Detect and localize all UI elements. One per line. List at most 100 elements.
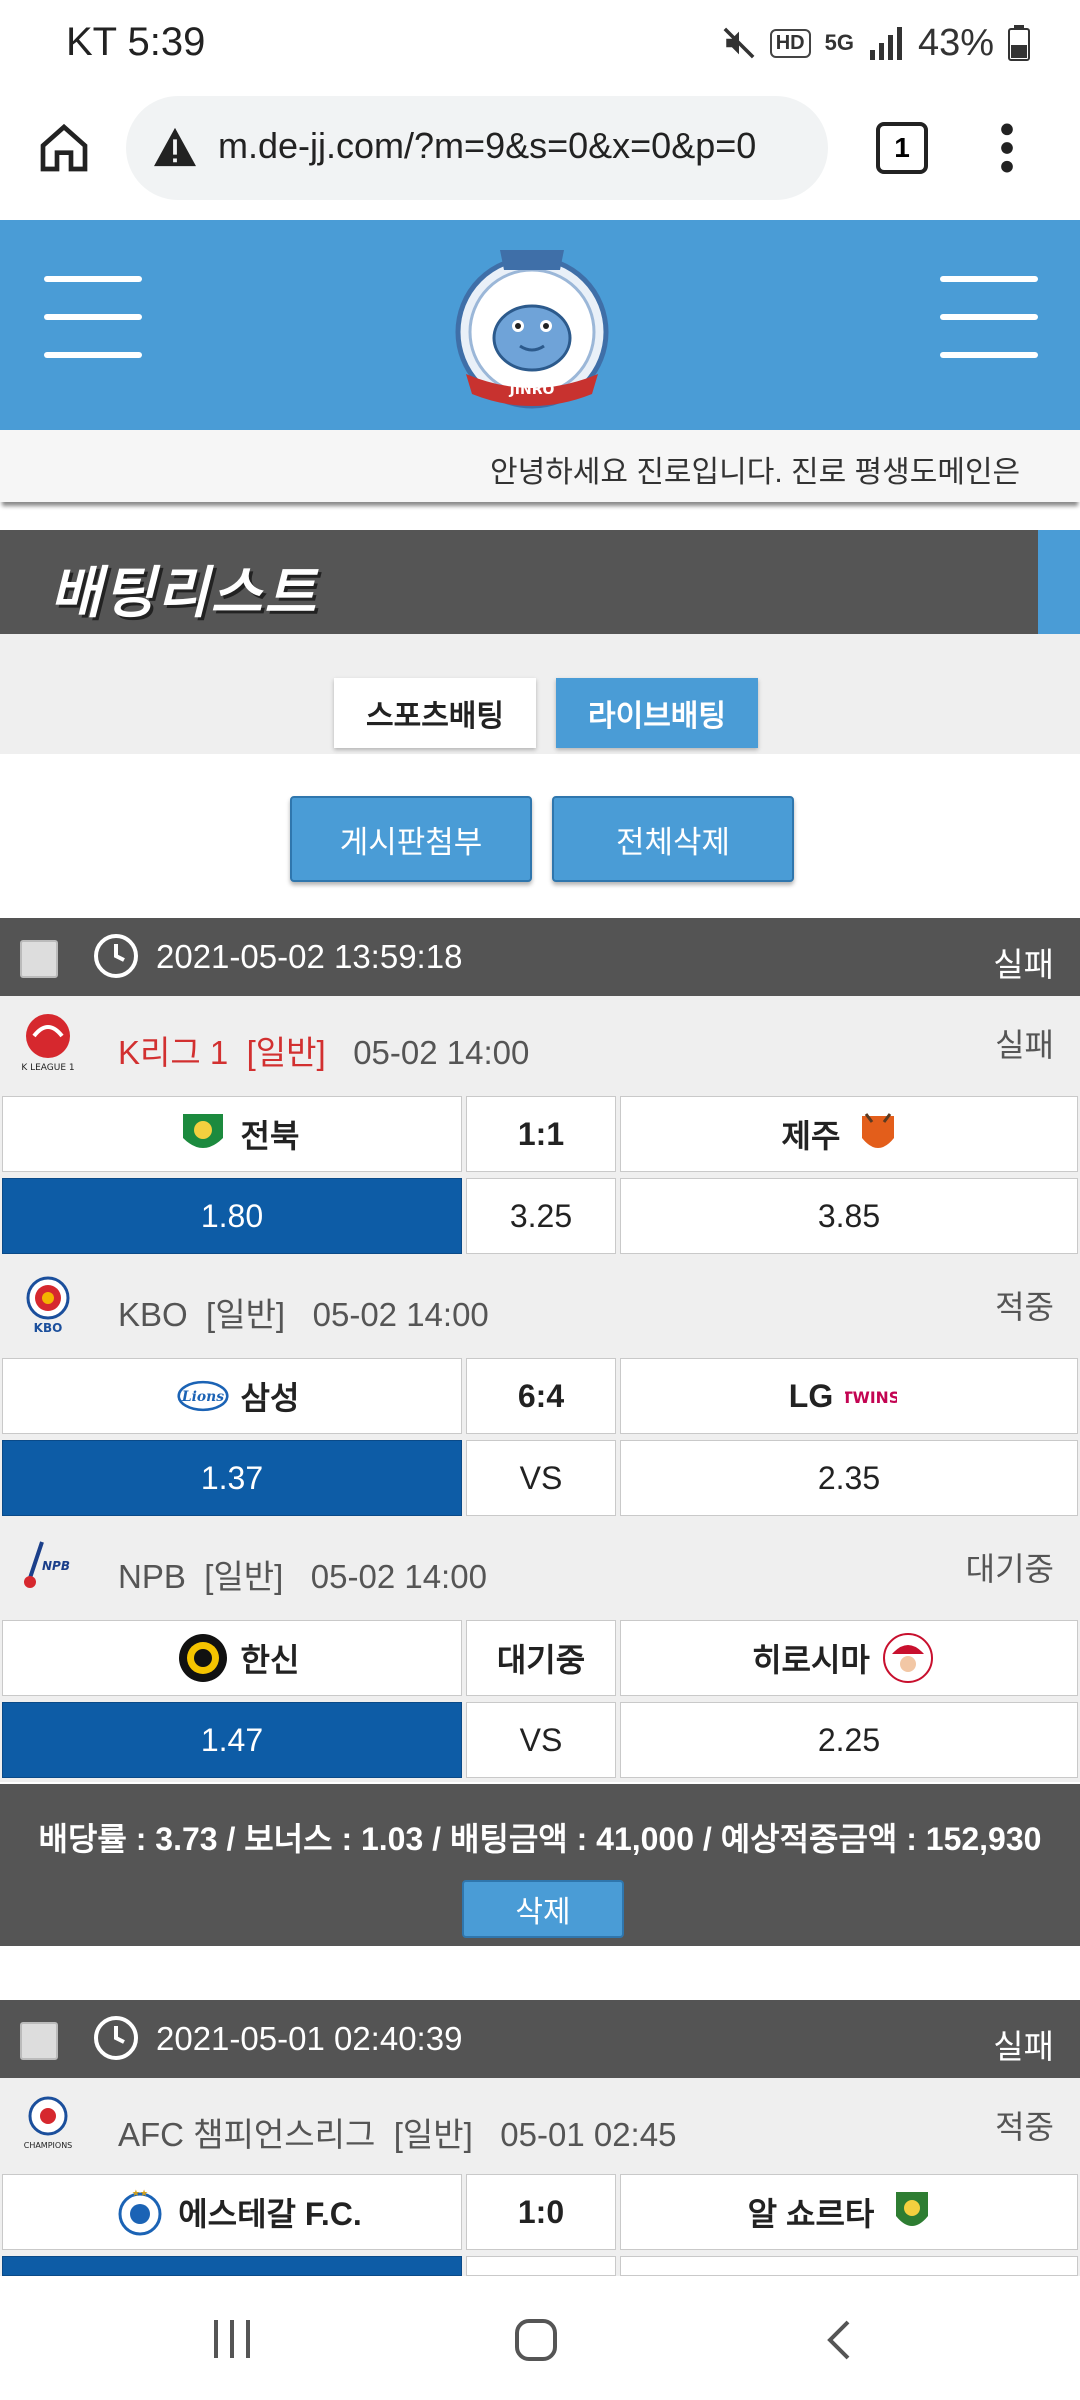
overflow-menu-icon[interactable] xyxy=(994,120,1020,176)
page-title-band: 배팅리스트 xyxy=(0,530,1080,634)
game-status: 실패 xyxy=(995,1027,1054,1063)
site-header: JINRO xyxy=(0,220,1080,430)
samsung-lions-logo-icon: Lions xyxy=(176,1380,229,1412)
svg-text:★★: ★★ xyxy=(132,2188,148,2198)
svg-text:K LEAGUE 1: K LEAGUE 1 xyxy=(21,1063,74,1073)
odds-row: 1.80 3.25 3.85 xyxy=(0,1176,1080,1258)
odds-away[interactable]: 3.85 xyxy=(620,1178,1078,1254)
page-title: 배팅리스트 xyxy=(50,561,318,624)
clock-icon xyxy=(94,2016,138,2060)
league-row: CHAMPIONS AFC 챔피언스리그 [일반] 05-01 02:45 적중 xyxy=(0,2078,1080,2176)
jinro-logo[interactable]: JINRO xyxy=(432,234,632,420)
signal-icon xyxy=(869,27,902,60)
score: 1:0 xyxy=(466,2174,616,2250)
away-team-cell: 제주 xyxy=(620,1096,1078,1172)
teams-row: 한신 대기중 히로시마 xyxy=(0,1618,1080,1700)
tab-sports-betting[interactable]: 스포츠배팅 xyxy=(334,678,536,748)
away-team-cell: 히로시마 xyxy=(620,1620,1078,1696)
bet-select-checkbox[interactable] xyxy=(20,940,58,978)
teams-row: 전북 1:1 제주 xyxy=(0,1094,1080,1176)
hiroshima-carp-logo-icon xyxy=(882,1633,933,1683)
url-text[interactable]: m.de-jj.com/?m=9&s=0&x=0&p=0 xyxy=(218,125,756,167)
bet-result: 실패 xyxy=(993,946,1054,983)
home-team: 전북 xyxy=(240,1118,300,1154)
away-team: 제주 xyxy=(781,1118,841,1154)
bet-type-tabs: 스포츠배팅 라이브배팅 xyxy=(0,634,1080,754)
attach-to-board-button[interactable]: 게시판첨부 xyxy=(290,796,532,882)
away-team-cell: 알 쇼르타 xyxy=(620,2174,1078,2250)
league-row: NPB NPB [일반] 05-02 14:00 대기중 xyxy=(0,1520,1080,1618)
clock-icon xyxy=(94,934,138,978)
score: 대기중 xyxy=(466,1620,616,1696)
odds-home-selected[interactable]: 1.47 xyxy=(2,1702,462,1778)
jeju-logo-icon xyxy=(862,1113,895,1148)
bet-datetime: 2021-05-01 02:40:39 xyxy=(156,2020,463,2057)
lg-twins-logo-icon: TWINS xyxy=(845,1389,897,1407)
league-name: K리그 1 [일반] 05-02 14:00 xyxy=(118,1034,530,1071)
odds-draw[interactable]: 3.25 xyxy=(466,1178,616,1254)
bet-datetime: 2021-05-02 13:59:18 xyxy=(156,938,463,975)
home-icon[interactable] xyxy=(36,120,92,176)
bet-select-checkbox[interactable] xyxy=(20,2022,58,2060)
jeonbuk-logo-icon xyxy=(182,1114,223,1148)
away-team: 알 쇼르타 xyxy=(747,2196,875,2232)
game-status: 적중 xyxy=(995,2109,1054,2145)
home-team-cell: 한신 xyxy=(2,1620,462,1696)
tab-count: 1 xyxy=(894,132,910,163)
delete-bet-button[interactable]: 삭제 xyxy=(462,1880,624,1938)
odds-draw[interactable] xyxy=(466,2256,616,2276)
league-row: KBO KBO [일반] 05-02 14:00 적중 xyxy=(0,1258,1080,1356)
home-team: 에스테갈 F.C. xyxy=(178,2196,362,2232)
recent-apps-icon[interactable] xyxy=(210,2318,256,2360)
title-accent xyxy=(1038,530,1080,634)
system-nav-bar xyxy=(0,2276,1080,2400)
battery-icon xyxy=(1008,25,1030,61)
kbo-logo: KBO xyxy=(26,1276,70,1335)
menu-button-left[interactable] xyxy=(44,276,142,358)
mute-icon xyxy=(723,27,755,59)
odds-vs[interactable]: VS xyxy=(466,1440,616,1516)
home-nav-icon[interactable] xyxy=(514,2318,558,2362)
home-team-cell: 전북 xyxy=(2,1096,462,1172)
odds-home-selected[interactable]: 1.37 xyxy=(2,1440,462,1516)
teams-row: Lions 삼성 6:4 LG TWINS xyxy=(0,1356,1080,1438)
svg-text:NPB: NPB xyxy=(42,1559,70,1573)
battery-percent: 43% xyxy=(917,21,994,64)
tab-live-betting[interactable]: 라이브배팅 xyxy=(556,678,758,748)
svg-text:TWINS: TWINS xyxy=(845,1389,897,1407)
svg-text:CHAMPIONS: CHAMPIONS xyxy=(24,2141,73,2150)
warning-icon[interactable] xyxy=(152,126,198,168)
svg-text:Lions: Lions xyxy=(180,1389,223,1405)
notice-marquee: 안녕하세요 진로입니다. 진로 평생도메인은 xyxy=(0,430,1080,502)
odds-away[interactable]: 2.35 xyxy=(620,1440,1078,1516)
score: 6:4 xyxy=(466,1358,616,1434)
back-icon[interactable] xyxy=(824,2318,854,2362)
bet-summary: 배당률 : 3.73 / 보너스 : 1.03 / 배팅금액 : 41,000 … xyxy=(0,1784,1080,1946)
odds-home-selected[interactable]: 1.80 xyxy=(2,1178,462,1254)
delete-all-button[interactable]: 전체삭제 xyxy=(552,796,794,882)
bet-summary-text: 배당률 : 3.73 / 보너스 : 1.03 / 배팅금액 : 41,000 … xyxy=(38,1821,1042,1857)
hanshin-tigers-logo-icon xyxy=(178,1634,227,1682)
bet-result: 실패 xyxy=(993,2028,1054,2065)
svg-text:KBO: KBO xyxy=(34,1321,63,1335)
league-name: KBO [일반] 05-02 14:00 xyxy=(118,1296,489,1333)
menu-button-right[interactable] xyxy=(940,276,1038,358)
marquee-text: 안녕하세요 진로입니다. 진로 평생도메인은 xyxy=(490,456,1021,489)
odds-home-selected[interactable] xyxy=(2,2256,462,2276)
away-team: 히로시마 xyxy=(752,1642,870,1678)
bet-header: 2021-05-02 13:59:18 실패 xyxy=(0,918,1080,996)
home-team: 한신 xyxy=(240,1642,300,1678)
tab-switcher-button[interactable]: 1 xyxy=(876,122,928,174)
odds-away[interactable] xyxy=(620,2256,1078,2276)
bet-header: 2021-05-01 02:40:39 실패 xyxy=(0,2000,1080,2078)
esteghlal-logo-icon: ★★ xyxy=(118,2188,162,2236)
al-shorta-logo-icon xyxy=(896,2192,929,2226)
k-league-logo: K LEAGUE 1 xyxy=(21,1014,75,1073)
game-status: 대기중 xyxy=(965,1551,1054,1587)
odds-away[interactable]: 2.25 xyxy=(620,1702,1078,1778)
score: 1:1 xyxy=(466,1096,616,1172)
network-type: 5G xyxy=(824,30,854,55)
home-team-cell: Lions 삼성 xyxy=(2,1358,462,1434)
afc-champions-league-logo: CHAMPIONS xyxy=(24,2096,73,2150)
odds-vs[interactable]: VS xyxy=(466,1702,616,1778)
